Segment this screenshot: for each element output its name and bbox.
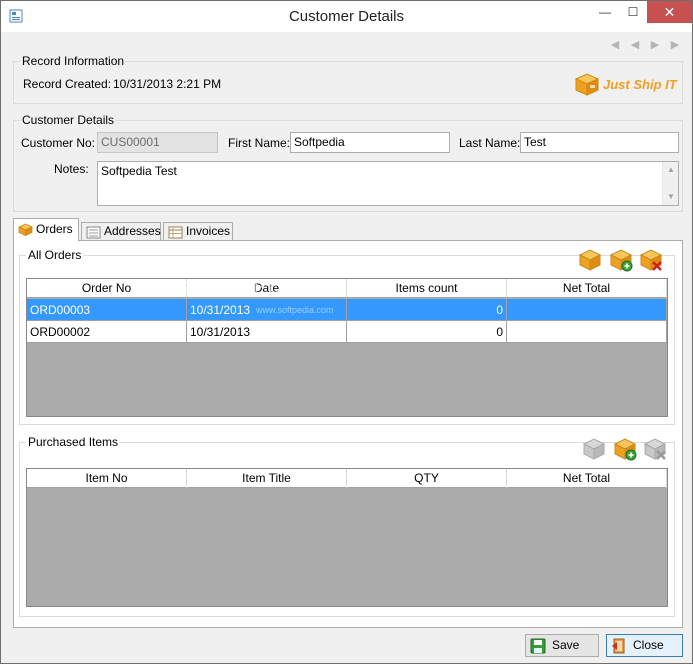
invoice-table-icon xyxy=(168,226,183,239)
tab-invoices[interactable]: Invoices xyxy=(163,222,233,241)
purchased-items-grid[interactable]: Item No Item Title QTY Net Total xyxy=(26,468,668,607)
last-name-field[interactable]: Test xyxy=(520,132,679,153)
customer-no-label: Customer No: xyxy=(21,136,96,150)
notes-label: Notes: xyxy=(54,162,89,176)
items-count-cell: 0 xyxy=(347,321,507,343)
order-no-cell: ORD00002 xyxy=(27,321,187,343)
box-icon xyxy=(18,223,33,236)
minimize-button[interactable]: — xyxy=(591,1,619,23)
save-icon xyxy=(530,638,546,654)
tab-addresses-label: Addresses xyxy=(104,224,161,238)
purchased-items-grid-header: Item No Item Title QTY Net Total xyxy=(27,469,667,488)
column-item-no[interactable]: Item No xyxy=(27,469,187,488)
column-items-count[interactable]: Items count xyxy=(347,279,507,298)
column-item-title[interactable]: Item Title xyxy=(187,469,347,488)
customer-details-label: Customer Details xyxy=(20,113,117,127)
watermark-url: www.softpedia.com xyxy=(256,305,334,315)
order-no-cell: ORD00003 xyxy=(27,299,187,321)
close-button-label: Close xyxy=(633,638,664,652)
scroll-down-icon[interactable]: ▼ xyxy=(663,190,678,204)
window-title: Customer Details xyxy=(288,8,405,25)
last-record-icon[interactable]: ▶ xyxy=(669,39,681,51)
first-name-field[interactable]: Softpedia xyxy=(290,132,450,153)
delete-item-icon xyxy=(643,438,667,460)
close-door-icon xyxy=(612,638,625,654)
tab-invoices-label: Invoices xyxy=(186,224,231,238)
title-bar[interactable]: Customer Details — ☐ ✕ xyxy=(1,1,692,32)
net-total-cell xyxy=(507,321,667,343)
items-count-cell: 0 xyxy=(347,299,507,321)
add-item-icon[interactable] xyxy=(613,437,637,461)
watermark: SOFTPEDIA xyxy=(176,277,309,299)
record-information-label: Record Information xyxy=(20,54,127,68)
just-ship-it-logo: Just Ship IT xyxy=(573,71,683,97)
close-button[interactable]: Close xyxy=(606,634,683,657)
maximize-button[interactable]: ☐ xyxy=(619,1,647,23)
next-record-icon[interactable]: ▶ xyxy=(649,39,661,51)
column-item-net-total[interactable]: Net Total xyxy=(507,469,667,488)
address-card-icon xyxy=(86,226,101,239)
notes-text: Softpedia Test xyxy=(101,164,177,178)
previous-record-icon[interactable]: ◀ xyxy=(629,39,641,51)
column-qty[interactable]: QTY xyxy=(347,469,507,488)
save-button[interactable]: Save xyxy=(525,634,599,657)
logo-text: Just Ship IT xyxy=(603,77,677,92)
table-row[interactable]: ORD00002 10/31/2013 0 xyxy=(27,321,667,343)
record-created-label: Record Created: xyxy=(23,77,112,91)
column-net-total[interactable]: Net Total xyxy=(507,279,667,298)
date-cell: 10/31/2013 xyxy=(187,321,347,343)
view-order-icon[interactable] xyxy=(578,248,602,272)
tab-orders-label: Orders xyxy=(36,222,73,236)
first-name-label: First Name: xyxy=(228,136,291,150)
table-row[interactable]: ORD00003 10/31/2013 0 xyxy=(27,299,667,321)
scroll-up-icon[interactable]: ▲ xyxy=(663,163,678,177)
view-item-icon xyxy=(582,438,606,460)
record-created-value: 10/31/2013 2:21 PM xyxy=(113,77,222,91)
purchased-items-label: Purchased Items xyxy=(26,435,121,449)
first-record-icon[interactable]: ◀ xyxy=(609,39,621,51)
all-orders-label: All Orders xyxy=(26,248,84,262)
notes-scrollbar[interactable]: ▲ ▼ xyxy=(662,162,678,205)
tab-addresses[interactable]: Addresses xyxy=(81,222,161,241)
close-window-button[interactable]: ✕ xyxy=(647,1,692,23)
net-total-cell xyxy=(507,299,667,321)
orders-grid-header: Order No Date Items count Net Total xyxy=(27,279,667,298)
column-order-no[interactable]: Order No xyxy=(27,279,187,298)
save-button-label: Save xyxy=(552,638,580,652)
delete-order-icon[interactable] xyxy=(639,248,663,272)
tab-orders[interactable]: Orders xyxy=(13,218,79,241)
customer-no-field: CUS00001 xyxy=(97,132,218,153)
add-order-icon[interactable] xyxy=(609,248,633,272)
orders-grid[interactable]: Order No Date Items count Net Total ORD0… xyxy=(26,278,668,417)
customer-details-window: Customer Details — ☐ ✕ ◀ ◀ ▶ ▶ Record In… xyxy=(0,0,693,664)
last-name-label: Last Name: xyxy=(459,136,521,150)
logo-box-icon xyxy=(574,73,600,96)
notes-field[interactable]: Softpedia Test ▲ ▼ xyxy=(97,161,679,206)
